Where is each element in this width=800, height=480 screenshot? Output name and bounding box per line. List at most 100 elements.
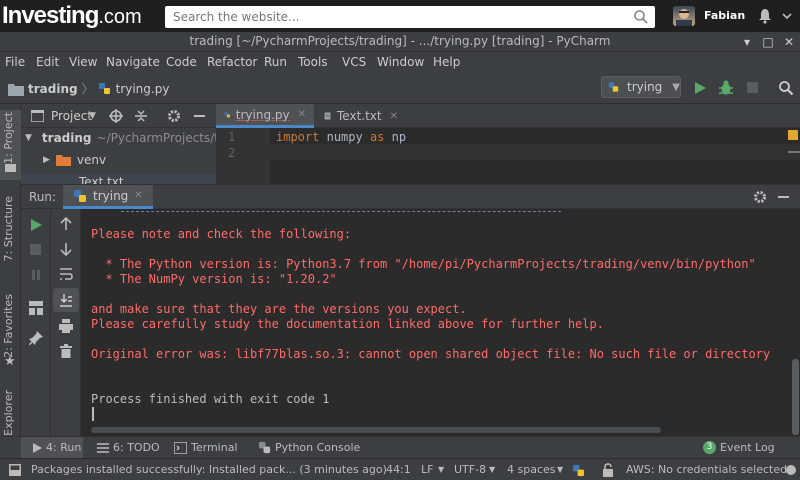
menu-help[interactable]: Help [433,55,460,69]
console-line: Please carefully study the documentation… [91,317,604,331]
console-line: * The NumPy version is: "1.20.2" [91,272,337,286]
project-tree: ▼ trading ~/PycharmProjects/t ▶ venv Tex… [21,128,216,184]
lock-icon[interactable] [601,463,615,477]
gear-icon[interactable] [167,109,181,123]
breadcrumb-file[interactable]: trying.py [116,82,170,96]
project-view-select[interactable]: Project [51,109,92,123]
aws-credentials[interactable]: AWS: No credentials selected [626,463,787,476]
hide-panel-icon[interactable] [194,115,205,117]
menu-tools[interactable]: Tools [298,55,328,69]
python-interpreter-icon[interactable] [572,464,585,477]
arrow-down-icon[interactable] [59,242,73,256]
scroll-marker [788,151,800,153]
menu-bar: File Edit View Navigate Code Refactor Ru… [0,52,800,72]
console-output[interactable]: Please note and check the following: * T… [83,209,790,437]
close-icon[interactable]: ✕ [298,109,306,120]
inspector-icon[interactable] [785,464,797,476]
layout-icon[interactable] [29,301,43,315]
tool-terminal-label: Terminal [191,441,238,454]
tab-label: Text.txt [337,109,382,123]
print-icon[interactable] [59,319,73,333]
tool-favorites-tab[interactable]: 2: Favorites [2,294,15,358]
tool-event-log-label: Event Log [720,441,775,454]
menu-file[interactable]: File [5,55,25,69]
soft-wrap-icon[interactable] [59,267,73,281]
tab-text-txt[interactable]: Text.txt ✕ [316,104,406,128]
site-header: Investing.com Fabian [0,0,800,32]
menu-edit[interactable]: Edit [36,55,59,69]
stop-icon[interactable] [747,82,758,93]
tool-structure-tab[interactable]: 7: Structure [2,196,15,261]
scrollbar-thumb[interactable] [792,359,799,435]
tool-terminal-tab[interactable]: Terminal [174,441,238,454]
breadcrumb: trading 〉 trying.py [8,80,169,97]
rerun-icon[interactable] [30,219,42,231]
menu-code[interactable]: Code [166,55,197,69]
chevron-down-icon[interactable] [782,11,792,21]
breadcrumb-project[interactable]: trading [28,82,78,96]
window-title-bar[interactable]: trading [~/PycharmProjects/trading] - ..… [0,32,800,52]
pin-icon[interactable] [29,331,43,345]
stop-icon[interactable] [30,244,41,255]
tree-item-venv[interactable]: ▶ venv [43,153,106,167]
scroll-to-end-toggle[interactable] [53,288,79,312]
locate-icon[interactable] [109,109,123,123]
menu-run[interactable]: Run [264,55,287,69]
event-log-count-badge: 3 [703,441,716,454]
code-area[interactable]: import numpy as np [276,128,786,184]
terminal-icon [174,441,187,454]
pause-icon[interactable] [30,269,42,281]
search-everywhere-icon[interactable] [778,80,794,96]
window-collapse-button[interactable]: ▾ [740,35,754,49]
menu-view[interactable]: View [69,55,97,69]
tool-todo-tab[interactable]: 6: TODO [97,441,160,454]
tree-item-text-txt[interactable]: Text.txt [21,174,216,184]
trash-icon[interactable] [59,344,73,358]
tool-python-console-label: Python Console [275,441,361,454]
tool-python-console-tab[interactable]: Python Console [258,441,360,454]
python-console-icon [258,441,271,454]
run-config-label: trying [627,80,663,94]
bell-icon[interactable] [758,8,772,24]
site-search-box[interactable] [165,6,655,28]
close-icon[interactable]: ✕ [390,111,398,122]
status-message[interactable]: Packages installed successfully: Install… [31,463,387,476]
debug-icon[interactable] [718,80,734,96]
search-icon[interactable] [633,9,649,25]
file-encoding[interactable]: UTF-8 [454,463,486,476]
run-tool-window: Run: trying ✕ Please note and check the … [21,184,800,437]
user-avatar[interactable] [673,6,695,26]
tool-run-tab[interactable]: 4: Run [32,441,81,454]
tool-event-log-tab[interactable]: 3 Event Log [703,441,775,454]
window-title: trading [~/PycharmProjects/trading] - ..… [189,34,611,48]
gear-icon[interactable] [753,190,767,204]
username-label[interactable]: Fabian [704,9,745,22]
window-close-button[interactable]: ✕ [782,35,796,49]
menu-vcs[interactable]: VCS [342,55,366,69]
run-tab-trying[interactable]: trying ✕ [63,185,153,209]
arrow-up-icon[interactable] [59,217,73,231]
tree-item-root[interactable]: ▼ trading ~/PycharmProjects/t [25,131,216,145]
chevron-down-icon[interactable]: ▼ [89,111,96,121]
tool-project-tab[interactable]: 1: Project [2,112,15,164]
caret-position[interactable]: 44:1 [386,463,411,476]
site-logo[interactable]: Investing.com [2,2,142,30]
search-input[interactable] [165,6,620,28]
menu-navigate[interactable]: Navigate [106,55,160,69]
line-separator[interactable]: LF [421,463,433,476]
warning-marker-icon[interactable] [788,130,798,140]
indent-setting[interactable]: 4 spaces [507,463,556,476]
run-icon[interactable] [693,81,707,95]
run-configuration-select[interactable]: trying ▼ [601,76,681,98]
collapse-all-icon[interactable] [134,109,148,123]
tool-explorer-tab[interactable]: Explorer [2,390,15,436]
window-maximize-button[interactable]: □ [761,35,775,49]
vertical-scrollbar[interactable] [790,209,800,437]
tool-windows-icon[interactable] [9,464,21,476]
menu-refactor[interactable]: Refactor [207,55,257,69]
horizontal-scrollbar[interactable] [91,427,661,433]
tab-trying-py[interactable]: trying.py ✕ [216,104,314,128]
menu-window[interactable]: Window [377,55,424,69]
close-icon[interactable]: ✕ [134,190,142,201]
hide-panel-icon[interactable] [778,196,789,198]
